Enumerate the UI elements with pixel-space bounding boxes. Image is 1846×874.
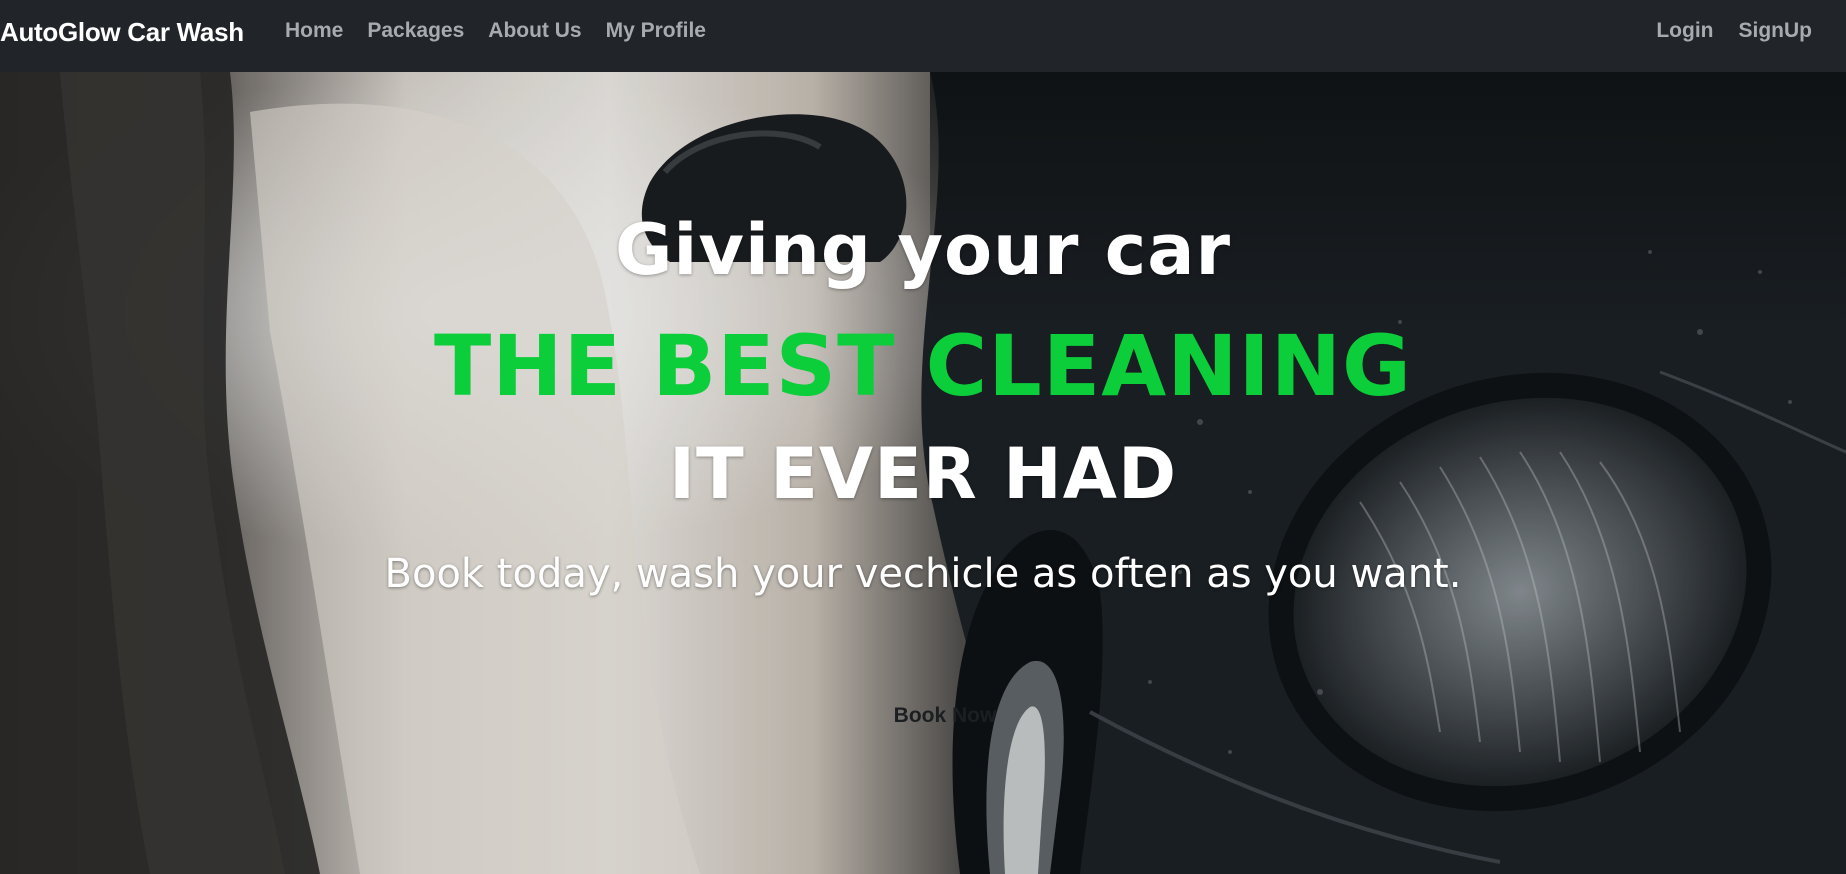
hero-heading-line3: IT EVER HAD [668, 433, 1178, 515]
nav-left-links: Home Packages About Us My Profile [285, 19, 730, 43]
hero-heading-highlight: THE BEST CLEANING [433, 317, 1413, 415]
nav-my-profile-link[interactable]: My Profile [606, 19, 706, 43]
nav-right-links: Login SignUp [1631, 19, 1812, 43]
hero-subtitle: Book today, wash your vechicle as often … [384, 551, 1462, 597]
hero-heading-line1: Giving your car [614, 209, 1232, 291]
brand-logo-link[interactable]: AutoGlow Car Wash [0, 17, 244, 48]
nav-packages-link[interactable]: Packages [367, 19, 464, 43]
nav-home-link[interactable]: Home [285, 19, 343, 43]
book-now-button[interactable]: Book Now [860, 696, 1030, 736]
nav-about-us-link[interactable]: About Us [488, 19, 581, 43]
hero-content: Giving your car THE BEST CLEANING IT EVE… [0, 72, 1846, 874]
navbar: AutoGlow Car Wash Home Packages About Us… [0, 0, 1846, 72]
hero-section: Giving your car THE BEST CLEANING IT EVE… [0, 72, 1846, 874]
nav-signup-link[interactable]: SignUp [1739, 19, 1813, 43]
nav-login-link[interactable]: Login [1656, 19, 1713, 43]
